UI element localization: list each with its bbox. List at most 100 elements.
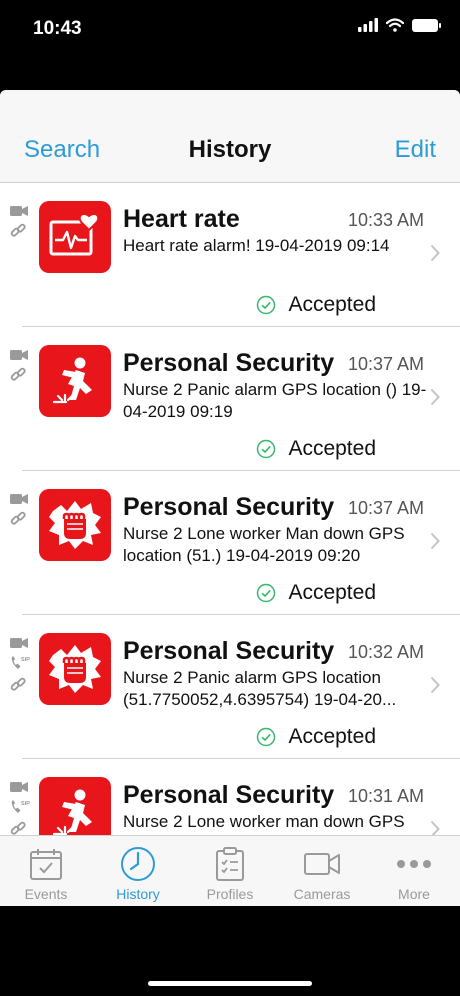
chevron-right-icon — [430, 676, 440, 694]
calendar-check-icon — [30, 849, 62, 880]
link-icon — [10, 223, 26, 237]
sip-phone-icon: SIP — [11, 800, 30, 813]
chevron-right-icon — [430, 820, 440, 835]
tab-label: Cameras — [293, 886, 351, 902]
event-row[interactable]: Personal Security 10:37 AM Nurse 2 Lone … — [10, 471, 460, 615]
check-circle-icon — [257, 727, 276, 747]
battery-icon — [412, 18, 441, 32]
app-window: Search History Edit Heart rate 10:33 AM … — [0, 90, 460, 906]
signal-icon — [358, 18, 378, 32]
event-title: Heart rate — [123, 205, 240, 233]
event-title: Personal Security — [123, 637, 335, 665]
home-indicator[interactable] — [148, 981, 312, 986]
event-disclosure[interactable] — [430, 532, 440, 555]
tab-profiles[interactable]: Profiles — [184, 836, 276, 906]
link-icon — [10, 821, 26, 835]
event-description: Heart rate alarm! 19-04-2019 09:14 — [123, 236, 390, 255]
check-circle-icon — [257, 583, 276, 603]
event-time: 10:32 AM — [347, 642, 424, 662]
event-status: Accepted — [256, 725, 376, 749]
tab-events[interactable]: Events — [0, 836, 92, 906]
event-alarm-icon — [39, 777, 111, 835]
event-disclosure[interactable] — [430, 388, 440, 411]
chevron-right-icon — [430, 532, 440, 550]
video-icon — [10, 350, 28, 360]
event-side-icons — [10, 205, 30, 245]
sip-phone-icon: SIP — [11, 656, 30, 669]
check-circle-icon — [257, 439, 276, 459]
device-notch — [108, 0, 354, 36]
event-status-label: Accepted — [288, 437, 376, 460]
history-list[interactable]: Heart rate 10:33 AM Heart rate alarm! 19… — [0, 183, 460, 835]
clock-icon — [121, 847, 155, 881]
status-icons — [358, 18, 441, 32]
svg-text:SIP: SIP — [21, 657, 30, 663]
check-circle-icon — [257, 295, 276, 315]
event-side-icons — [10, 493, 30, 533]
status-time: 10:43 — [33, 18, 82, 39]
event-status: Accepted — [256, 293, 376, 317]
svg-text:SIP: SIP — [21, 801, 30, 807]
event-side-icons — [10, 349, 30, 389]
event-side-icons: SIP — [10, 637, 30, 699]
event-disclosure[interactable] — [430, 676, 440, 699]
event-alarm-icon — [39, 201, 111, 273]
event-description: Nurse 2 Panic alarm GPS location () 19-0… — [123, 380, 427, 421]
page-title: History — [188, 136, 272, 163]
falling-person-icon — [52, 357, 92, 404]
raised-fist-icon — [49, 501, 101, 549]
video-icon — [10, 494, 28, 504]
video-icon — [10, 782, 28, 792]
event-disclosure[interactable] — [430, 820, 440, 835]
tab-history[interactable]: History — [92, 836, 184, 906]
event-alarm-icon — [39, 633, 111, 705]
falling-person-icon — [52, 789, 92, 835]
link-icon — [10, 677, 26, 691]
event-row[interactable]: Heart rate 10:33 AM Heart rate alarm! 19… — [10, 183, 460, 327]
video-camera-icon — [304, 853, 340, 875]
chevron-right-icon — [430, 388, 440, 406]
event-side-icons: SIP — [10, 781, 30, 835]
video-icon — [10, 638, 28, 648]
tab-cameras[interactable]: Cameras — [276, 836, 368, 906]
tab-label: More — [398, 886, 430, 902]
event-status: Accepted — [256, 581, 376, 605]
more-dots-icon — [397, 860, 431, 868]
tab-label: History — [116, 886, 160, 902]
link-icon — [10, 367, 26, 381]
tab-label: Profiles — [206, 886, 254, 902]
navigation-bar: Search History Edit — [0, 90, 460, 183]
video-icon — [10, 206, 28, 216]
event-status-label: Accepted — [288, 725, 376, 748]
event-row[interactable]: SIP Personal Security 10:31 AM Nurse 2 L… — [10, 759, 460, 835]
event-time: 10:37 AM — [347, 498, 424, 518]
edit-button[interactable]: Edit — [395, 136, 436, 164]
event-title: Personal Security — [123, 781, 335, 809]
link-icon — [10, 511, 26, 525]
event-row[interactable]: Personal Security 10:37 AM Nurse 2 Panic… — [10, 327, 460, 471]
event-alarm-icon — [39, 489, 111, 561]
clipboard-icon — [216, 847, 244, 881]
tab-more[interactable]: More — [368, 836, 460, 906]
event-time: 10:33 AM — [347, 210, 424, 230]
status-bar: 10:43 — [0, 0, 460, 90]
event-description: Nurse 2 Lone worker man down GPS locatio… — [123, 812, 405, 835]
heart-rate-icon — [49, 212, 100, 256]
tab-bar: Events History Profiles Cameras More — [0, 835, 460, 906]
event-disclosure[interactable] — [430, 244, 440, 267]
raised-fist-icon — [49, 645, 101, 693]
event-status: Accepted — [256, 437, 376, 461]
event-alarm-icon — [39, 345, 111, 417]
event-description: Nurse 2 Lone worker Man down GPS locatio… — [123, 524, 405, 565]
chevron-right-icon — [430, 244, 440, 262]
wifi-icon — [386, 18, 404, 32]
tab-label: Events — [24, 886, 68, 902]
event-description: Nurse 2 Panic alarm GPS location (51.775… — [123, 668, 397, 709]
event-time: 10:31 AM — [347, 786, 424, 806]
event-title: Personal Security — [123, 493, 335, 521]
event-title: Personal Security — [123, 349, 335, 377]
event-status-label: Accepted — [288, 293, 376, 316]
event-row[interactable]: SIP Personal Security 10:32 AM Nurse 2 P… — [10, 615, 460, 759]
event-time: 10:37 AM — [347, 354, 424, 374]
event-status-label: Accepted — [288, 581, 376, 604]
